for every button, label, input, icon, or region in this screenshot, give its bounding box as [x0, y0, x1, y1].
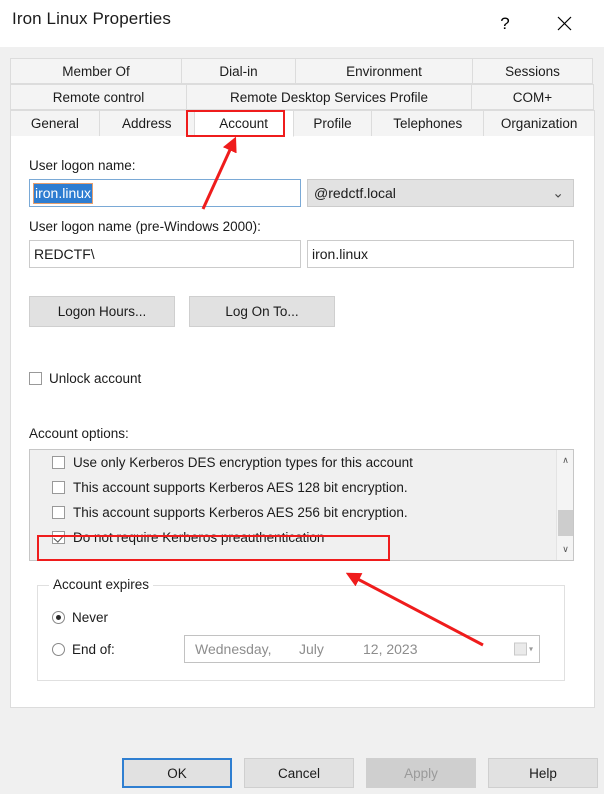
- tab-remote-control[interactable]: Remote control: [10, 84, 187, 110]
- unlock-account-label: Unlock account: [49, 371, 142, 386]
- calendar-icon: [513, 642, 527, 656]
- account-expires-group: Account expires Never End of: Wednesday,…: [37, 577, 565, 681]
- close-icon[interactable]: [541, 0, 587, 47]
- scroll-down-icon[interactable]: ∨: [557, 541, 573, 558]
- date-day-year: 12, 2023: [363, 641, 418, 657]
- date-weekday: Wednesday,: [195, 641, 272, 657]
- checkbox-icon[interactable]: [52, 481, 65, 494]
- account-expires-date-picker[interactable]: Wednesday, July 12, 2023 ▾: [184, 635, 540, 663]
- tab-dial-in[interactable]: Dial-in: [181, 58, 296, 84]
- pre-windows-2000-name-input[interactable]: iron.linux: [307, 240, 574, 268]
- account-expires-never-radio[interactable]: Never: [52, 610, 108, 625]
- list-item[interactable]: This account supports Kerberos AES 128 b…: [30, 475, 542, 500]
- window-title: Iron Linux Properties: [12, 9, 171, 28]
- account-options-label: Account options:: [29, 426, 129, 441]
- scrollbar-thumb[interactable]: [558, 510, 573, 536]
- option-label: Do not require Kerberos preauthenticatio…: [73, 530, 325, 545]
- user-logon-name-label: User logon name:: [29, 158, 136, 173]
- apply-button: Apply: [366, 758, 476, 788]
- tab-remote-desktop-services-profile[interactable]: Remote Desktop Services Profile: [186, 84, 472, 110]
- account-options-listbox[interactable]: Use only Kerberos DES encryption types f…: [29, 449, 574, 561]
- properties-dialog: Iron Linux Properties ? Member Of Dial-i…: [0, 0, 604, 794]
- checkbox-icon[interactable]: [52, 456, 65, 469]
- tab-organization[interactable]: Organization: [483, 110, 595, 137]
- tab-row-1: Member Of Dial-in Environment Sessions: [10, 58, 595, 84]
- option-label: This account supports Kerberos AES 128 b…: [73, 480, 408, 495]
- checkbox-icon[interactable]: [52, 506, 65, 519]
- tab-strip: Member Of Dial-in Environment Sessions R…: [10, 58, 595, 137]
- upn-suffix-value: @redctf.local: [314, 185, 396, 201]
- tab-address[interactable]: Address: [98, 110, 195, 137]
- option-label: Use only Kerberos DES encryption types f…: [73, 455, 413, 470]
- tab-profile[interactable]: Profile: [292, 110, 373, 137]
- option-label: This account supports Kerberos AES 256 b…: [73, 505, 408, 520]
- list-item[interactable]: This account supports Kerberos AES 256 b…: [30, 500, 542, 525]
- cancel-button[interactable]: Cancel: [244, 758, 354, 788]
- ok-button[interactable]: OK: [122, 758, 232, 788]
- logon-hours-button[interactable]: Logon Hours...: [29, 296, 175, 327]
- account-tab-page: User logon name: iron.linux @redctf.loca…: [10, 136, 595, 708]
- scroll-up-icon[interactable]: ∧: [557, 452, 573, 469]
- user-logon-name-input[interactable]: iron.linux: [29, 179, 301, 207]
- account-expires-end-of-radio[interactable]: End of:: [52, 642, 115, 657]
- user-logon-name-value: iron.linux: [32, 182, 94, 204]
- title-bar: Iron Linux Properties ?: [0, 0, 604, 47]
- tab-telephones[interactable]: Telephones: [371, 110, 485, 137]
- list-item[interactable]: Use only Kerberos DES encryption types f…: [30, 450, 542, 475]
- account-options-list: Use only Kerberos DES encryption types f…: [30, 450, 542, 550]
- tab-member-of[interactable]: Member Of: [10, 58, 182, 84]
- unlock-account-checkbox[interactable]: Unlock account: [29, 371, 141, 386]
- chevron-down-icon: ⌄: [552, 184, 564, 201]
- tab-account[interactable]: Account: [193, 110, 294, 137]
- checkbox-icon[interactable]: [52, 531, 65, 544]
- help-button[interactable]: Help: [488, 758, 598, 788]
- never-label: Never: [72, 610, 109, 625]
- pre-windows-2000-name-value: iron.linux: [312, 246, 369, 262]
- pre-windows-2000-domain-input[interactable]: REDCTF\: [29, 240, 301, 268]
- tab-row-2: Remote control Remote Desktop Services P…: [10, 84, 595, 110]
- list-item[interactable]: Do not require Kerberos preauthenticatio…: [30, 525, 542, 550]
- tab-general[interactable]: General: [10, 110, 100, 137]
- pre-windows-2000-label: User logon name (pre-Windows 2000):: [29, 219, 261, 234]
- radio-icon: [52, 643, 65, 656]
- calendar-dropdown-button[interactable]: ▾: [513, 642, 533, 656]
- listbox-scrollbar[interactable]: ∧ ∨: [556, 450, 573, 560]
- log-on-to-button[interactable]: Log On To...: [189, 296, 335, 327]
- date-month: July: [299, 641, 324, 657]
- account-expires-title: Account expires: [49, 577, 154, 592]
- upn-suffix-dropdown[interactable]: @redctf.local ⌄: [307, 179, 574, 207]
- tab-environment[interactable]: Environment: [295, 58, 473, 84]
- pre-windows-2000-domain-value: REDCTF\: [34, 246, 95, 262]
- checkbox-icon: [29, 372, 42, 385]
- tab-row-3: General Address Account Profile Telephon…: [10, 110, 595, 137]
- radio-icon: [52, 611, 65, 624]
- tab-com-plus[interactable]: COM+: [471, 84, 594, 110]
- help-icon[interactable]: ?: [482, 0, 528, 47]
- tab-sessions[interactable]: Sessions: [472, 58, 593, 84]
- end-of-label: End of:: [72, 642, 115, 657]
- caret-down-icon: ▾: [528, 644, 533, 654]
